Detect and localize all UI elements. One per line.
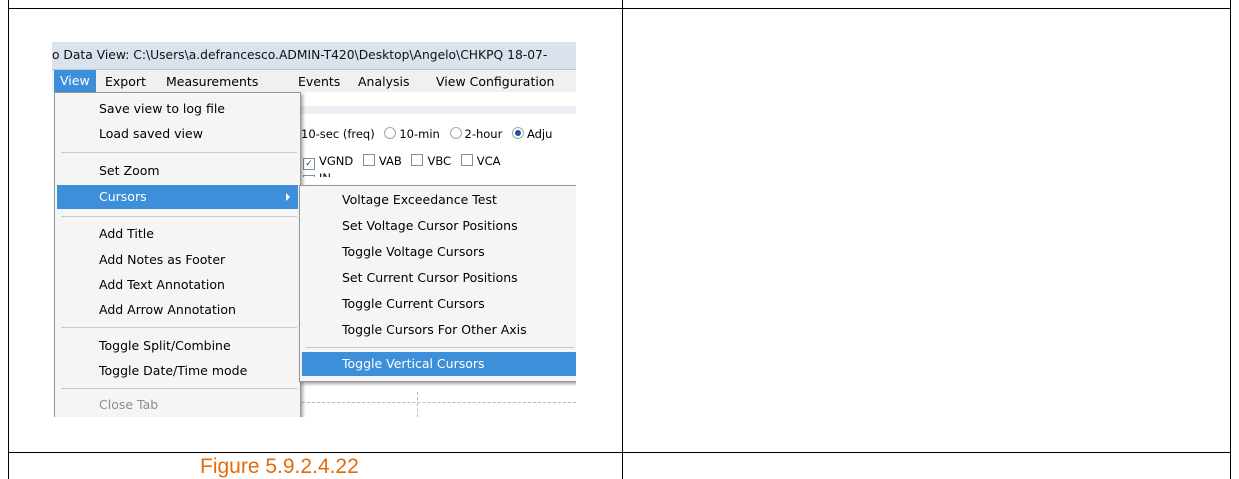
toolbar-strip (297, 106, 576, 114)
table-border-left (8, 0, 9, 479)
application-screenshot: o Data View: C:\Users\a.defrancesco.ADMI… (52, 42, 576, 417)
menu-item-add-arrow-annotation[interactable]: Add Arrow Annotation (99, 298, 236, 322)
menu-item-load-saved-view[interactable]: Load saved view (99, 122, 203, 146)
channel-in-label[interactable]: IN (319, 171, 331, 177)
menu-events[interactable]: Events (298, 74, 340, 89)
menu-item-close-tab[interactable]: Close Tab (99, 393, 158, 417)
submenu-arrow-icon (286, 193, 290, 201)
interval-10min-label[interactable]: 10-min (399, 127, 439, 141)
checkbox-vca[interactable] (460, 154, 473, 166)
submenu-item-voltage-exceedance-test[interactable]: Voltage Exceedance Test (342, 188, 497, 212)
view-menu-dropdown: Save view to log file Load saved view Se… (54, 92, 301, 417)
menu-view[interactable]: View (54, 70, 96, 92)
submenu-item-toggle-cursors-other-axis[interactable]: Toggle Cursors For Other Axis (342, 318, 527, 342)
menu-item-add-text-annotation[interactable]: Add Text Annotation (99, 273, 225, 297)
radio-10min[interactable] (384, 127, 397, 139)
table-row-divider (8, 452, 1231, 453)
submenu-item-toggle-current-cursors[interactable]: Toggle Current Cursors (342, 292, 485, 316)
channel-row-2: ✓ IN (297, 171, 331, 177)
menu-measurements[interactable]: Measurements (166, 74, 258, 89)
menu-separator (306, 347, 574, 348)
menu-item-add-title[interactable]: Add Title (99, 222, 154, 246)
menu-item-toggle-date-time[interactable]: Toggle Date/Time mode (99, 359, 247, 383)
interval-adjust-label[interactable]: Adju (527, 127, 552, 141)
submenu-item-toggle-vertical-cursors-label: Toggle Vertical Cursors (342, 356, 485, 371)
menu-item-cursors-label: Cursors (99, 189, 147, 204)
checkbox-in[interactable]: ✓ (303, 175, 315, 177)
menu-separator (61, 216, 297, 217)
checkbox-vbc[interactable] (411, 154, 424, 166)
window-title: o Data View: C:\Users\a.defrancesco.ADMI… (52, 48, 548, 62)
submenu-item-toggle-voltage-cursors[interactable]: Toggle Voltage Cursors (342, 240, 485, 264)
submenu-item-set-current-cursor-positions[interactable]: Set Current Cursor Positions (342, 266, 518, 290)
plot-gridline (297, 402, 576, 403)
submenu-item-set-voltage-cursor-positions[interactable]: Set Voltage Cursor Positions (342, 214, 518, 238)
channel-vca-label[interactable]: VCA (477, 154, 501, 168)
interval-2hour-label[interactable]: 2-hour (465, 127, 503, 141)
plot-gridline-vertical (417, 392, 418, 417)
table-border-top (8, 8, 1231, 9)
submenu-item-toggle-vertical-cursors[interactable]: Toggle Vertical Cursors (302, 352, 576, 376)
table-border-middle (622, 0, 623, 479)
channel-checkboxes: ✓ VGND VAB VBC VCA (297, 154, 500, 170)
radio-2hour[interactable] (449, 127, 462, 139)
checkbox-vgnd[interactable]: ✓ (303, 158, 315, 170)
menu-separator (61, 388, 297, 389)
channel-vgnd-label[interactable]: VGND (319, 154, 353, 168)
menu-item-set-zoom[interactable]: Set Zoom (99, 159, 160, 183)
menu-separator (61, 152, 297, 153)
menu-export[interactable]: Export (105, 74, 146, 89)
menu-analysis[interactable]: Analysis (358, 74, 410, 89)
cursors-submenu: Voltage Exceedance Test Set Voltage Curs… (299, 185, 576, 382)
menu-item-save-view[interactable]: Save view to log file (99, 97, 225, 121)
radio-adjust[interactable] (511, 127, 524, 139)
menu-view-configuration[interactable]: View Configuration (436, 74, 554, 89)
interval-options: 10-sec (freq) 10-min 2-hour Adju (301, 127, 552, 141)
menu-item-toggle-split-combine[interactable]: Toggle Split/Combine (99, 334, 231, 358)
menu-separator (61, 327, 297, 328)
menu-item-add-notes-footer[interactable]: Add Notes as Footer (99, 248, 225, 272)
channel-vbc-label[interactable]: VBC (427, 154, 451, 168)
figure-caption: Figure 5.9.2.4.22 (200, 455, 359, 478)
channel-vab-label[interactable]: VAB (379, 154, 402, 168)
window-titlebar: o Data View: C:\Users\a.defrancesco.ADMI… (52, 42, 576, 70)
menu-item-cursors[interactable]: Cursors (57, 185, 298, 209)
checkbox-vab[interactable] (362, 154, 375, 166)
table-border-right (1230, 0, 1231, 479)
menu-bar: View Export Measurements Events Analysis… (52, 70, 576, 92)
interval-10sec-label[interactable]: 10-sec (freq) (301, 127, 375, 141)
